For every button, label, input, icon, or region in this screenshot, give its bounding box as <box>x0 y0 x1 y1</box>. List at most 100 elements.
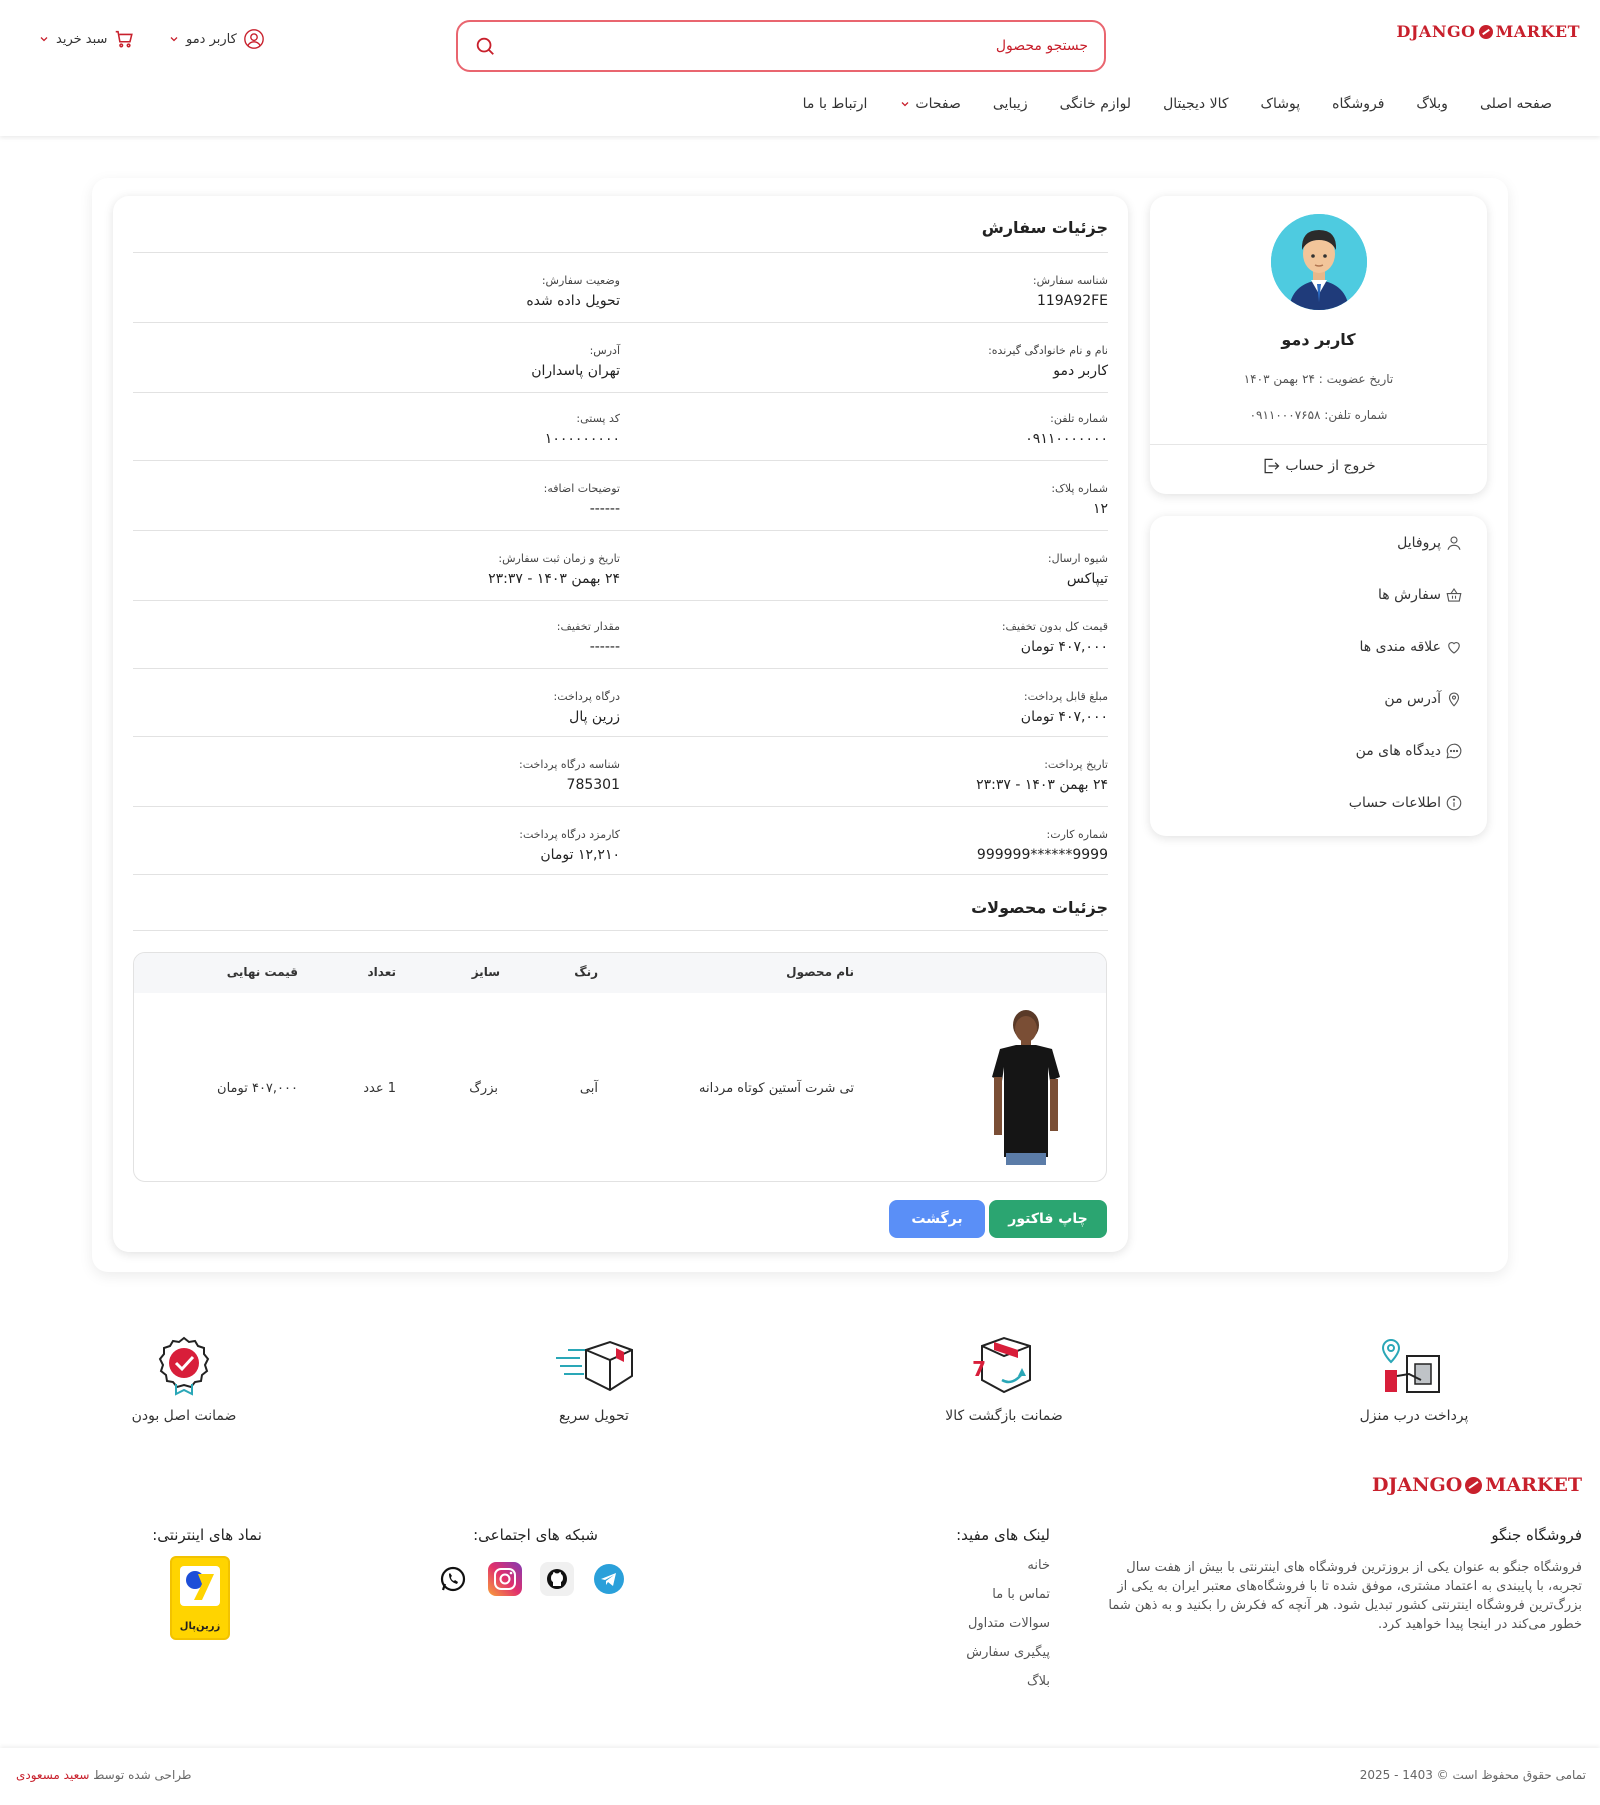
back-button[interactable]: برگشت <box>889 1200 985 1238</box>
footer-link-blog[interactable]: بلاگ <box>966 1674 1050 1689</box>
profile-phone: شماره تلفن: ۰۹۱۱۰۰۰۷۶۵۸ <box>1249 408 1388 422</box>
product-color: آبی <box>579 1081 598 1096</box>
site-logo[interactable]: DJANGO MARKET <box>1396 22 1580 41</box>
phone-field: شماره تلفن: ۰۹۱۱۰۰۰۰۰۰۰ <box>1025 412 1108 447</box>
total-price-field: قیمت کل بدون تخفیف: ۴۰۷,۰۰۰ تومان <box>1001 620 1108 655</box>
chevron-down-icon <box>40 37 48 42</box>
telegram-icon[interactable] <box>592 1562 626 1596</box>
payment-date-field: تاریخ پرداخت: ۲۴ بهمن ۱۴۰۳ - ۲۳:۳۷ <box>976 758 1108 793</box>
feature-return-guarantee: 7 ضمانت بازگشت کالا <box>904 1336 1104 1424</box>
footer-link-faq[interactable]: سوالات متداول <box>966 1616 1050 1631</box>
nav-item-clothing[interactable]: پوشاک <box>1261 96 1301 112</box>
col-product-name: نام محصول <box>786 965 854 979</box>
nav-item-blog[interactable]: وبلاگ <box>1416 96 1448 112</box>
nav-item-contact[interactable]: ارتباط با ما <box>803 96 868 112</box>
products-title: جزئیات محصولات <box>971 898 1108 917</box>
chevron-down-icon <box>170 37 178 42</box>
user-menu[interactable]: کاربر دمو <box>168 28 265 50</box>
shipping-method-field: شیوه ارسال: تیپاکس <box>1047 552 1108 587</box>
nav-item-pages[interactable]: صفحات <box>899 96 961 112</box>
search-icon[interactable] <box>474 35 496 57</box>
badge-label: زرین‌پال <box>179 1621 221 1632</box>
cart-menu[interactable]: سبد خرید <box>38 28 135 50</box>
avatar <box>1271 214 1367 310</box>
divider <box>133 806 1108 807</box>
authenticity-badge-icon <box>158 1336 210 1396</box>
footer-link-contact[interactable]: تماس با ما <box>966 1587 1050 1602</box>
menu-item-orders[interactable]: سفارش ها <box>1378 586 1463 604</box>
order-details-title: جزئیات سفارش <box>981 218 1108 237</box>
user-avatar-icon <box>1271 214 1367 310</box>
menu-item-favorites[interactable]: علاقه مندی ها <box>1360 638 1463 656</box>
profile-name: کاربر دمو <box>1281 330 1356 349</box>
col-final-price: قیمت نهایی <box>226 965 298 979</box>
footer-logo[interactable]: DJANGO MARKET <box>1372 1474 1582 1496</box>
divider <box>133 668 1108 669</box>
heart-icon <box>1448 642 1460 654</box>
divider <box>1150 444 1487 445</box>
divider <box>133 736 1108 737</box>
search-input[interactable]: جستجو محصول <box>496 38 1088 54</box>
products-table: نام محصول رنگ سایز تعداد قیمت نهایی تی ش… <box>133 952 1107 1182</box>
social-title: شبکه های اجتماعی: <box>473 1526 598 1544</box>
nav-item-shop[interactable]: فروشگاه <box>1332 96 1384 112</box>
fast-delivery-icon <box>556 1340 633 1392</box>
cart-label: سبد خرید <box>56 31 108 47</box>
trust-title: نماد های اینترنتی: <box>152 1526 262 1544</box>
profile-card: کاربر دمو تاریخ عضویت : ۲۴ بهمن ۱۴۰۳ شما… <box>1150 196 1487 494</box>
table-header: نام محصول رنگ سایز تعداد قیمت نهایی <box>134 953 1106 993</box>
divider <box>133 460 1108 461</box>
product-qty: 1 عدد <box>363 1081 396 1096</box>
divider <box>133 252 1108 253</box>
divider <box>133 530 1108 531</box>
nav-item-home-appliances[interactable]: لوازم خانگی <box>1060 96 1131 112</box>
chat-bubble-icon <box>1446 743 1462 759</box>
extra-notes-field: توضیحات اضافه: ------ <box>543 482 620 517</box>
return-box-icon: 7 <box>972 1336 1031 1394</box>
menu-item-addresses[interactable]: آدرس من <box>1384 690 1463 708</box>
product-image[interactable] <box>986 1007 1066 1165</box>
menu-item-comments[interactable]: دیدگاه های من <box>1356 742 1463 760</box>
cash-on-delivery-icon <box>1381 1338 1440 1393</box>
footer-link-track-order[interactable]: پیگیری سفارش <box>966 1645 1050 1660</box>
user-menu-label: کاربر دمو <box>186 31 237 47</box>
user-circle-icon <box>243 29 264 49</box>
plate-number-field: شماره پلاک: ۱۲ <box>1051 482 1108 517</box>
footer-bottom-bar: تمامی حقوق محفوظ است © 1403 - 2025 طراحی… <box>0 1748 1600 1805</box>
payment-gateway-field: درگاه پرداخت: زرین پال <box>553 690 620 725</box>
logout-icon <box>1264 458 1280 474</box>
nav-item-digital[interactable]: کالا دیجیتال <box>1163 96 1228 112</box>
nav-item-beauty[interactable]: زیبایی <box>993 96 1028 112</box>
designer-link[interactable]: سعید مسعودی <box>16 1768 89 1782</box>
footer-links: خانه تماس با ما سوالات متداول پیگیری سفا… <box>966 1558 1050 1703</box>
order-id-field: شناسه سفارش: 119A92FE <box>1032 274 1108 309</box>
info-icon <box>1446 795 1462 811</box>
divider <box>133 322 1108 323</box>
svg-text:7: 7 <box>972 1357 986 1381</box>
product-final-price: ۴۰۷,۰۰۰ تومان <box>217 1081 298 1096</box>
menu-item-account-info[interactable]: اطلاعات حساب <box>1349 794 1463 812</box>
card-number-field: شماره کارت: 9999******999999 <box>976 828 1108 863</box>
feature-fast-delivery: تحویل سریع <box>494 1336 694 1424</box>
logo-mark-icon <box>1465 1476 1483 1494</box>
logout-button[interactable]: خروج از حساب <box>1150 456 1487 476</box>
divider <box>133 392 1108 393</box>
zarinpal-trust-badge[interactable]: زرین‌پال <box>170 1556 230 1640</box>
whatsapp-icon[interactable] <box>436 1562 470 1596</box>
basket-icon <box>1446 587 1462 602</box>
about-text: فروشگاه جنگو به عنوان یکی از بروزترین فر… <box>1108 1560 1582 1632</box>
menu-item-profile[interactable]: پروفایل <box>1397 534 1463 552</box>
github-icon[interactable] <box>540 1562 574 1596</box>
search-box[interactable]: جستجو محصول <box>456 20 1106 72</box>
print-invoice-button[interactable]: چاپ فاکتور <box>989 1200 1107 1238</box>
location-pin-icon <box>1448 692 1460 707</box>
footer-link-home[interactable]: خانه <box>966 1558 1050 1573</box>
order-status-field: وضعیت سفارش: تحویل داده شده <box>526 274 620 309</box>
instagram-icon[interactable] <box>488 1562 522 1596</box>
nav-item-home[interactable]: صفحه اصلی <box>1480 96 1552 112</box>
divider <box>133 600 1108 601</box>
site-header: DJANGO MARKET جستجو محصول کاربر دمو سبد … <box>0 0 1600 136</box>
product-name[interactable]: تی شرت آستین کوتاه مردانه <box>699 1081 854 1096</box>
col-qty: تعداد <box>367 965 396 979</box>
logout-label: خروج از حساب <box>1285 458 1376 474</box>
